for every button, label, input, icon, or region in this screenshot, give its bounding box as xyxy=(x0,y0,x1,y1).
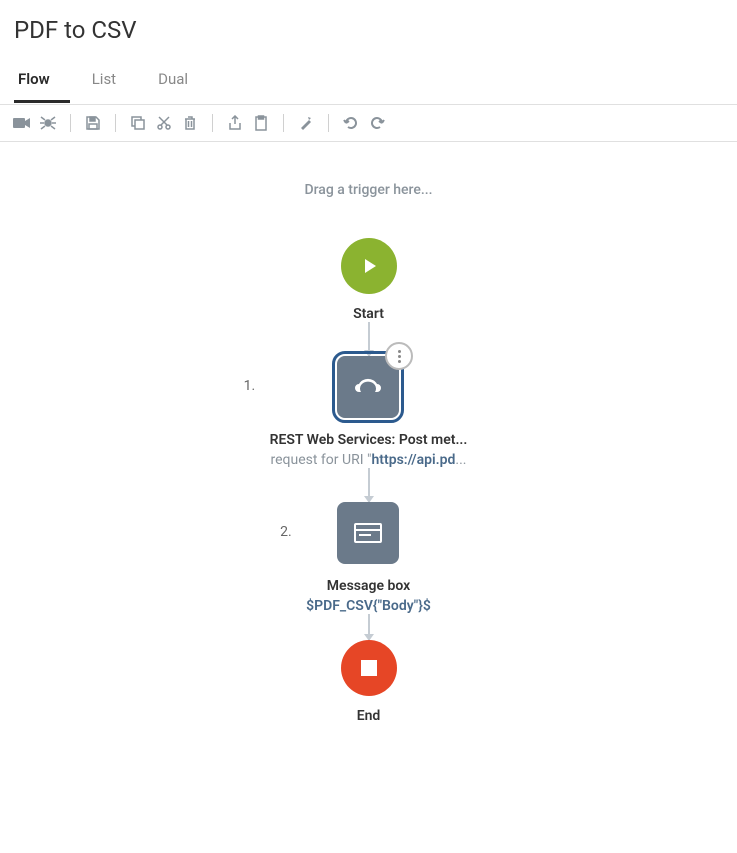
rest-action-box[interactable]: R xyxy=(337,356,399,418)
step-2-variable: $PDF_CSV{"Body"}$ xyxy=(306,598,431,614)
messagebox-action-box[interactable] xyxy=(337,502,399,564)
start-node[interactable]: Start xyxy=(341,238,397,322)
connector xyxy=(368,322,370,356)
save-icon[interactable] xyxy=(83,113,103,133)
paste-icon[interactable] xyxy=(251,113,271,133)
start-label: Start xyxy=(353,306,384,322)
drop-trigger-hint: Drag a trigger here... xyxy=(304,182,432,198)
end-label: End xyxy=(357,708,381,724)
tab-flow[interactable]: Flow xyxy=(14,62,70,103)
tab-dual[interactable]: Dual xyxy=(154,62,208,103)
step-number: 2. xyxy=(280,524,292,540)
step-1-title: REST Web Services: Post met... xyxy=(270,432,468,448)
stop-icon[interactable] xyxy=(341,640,397,696)
step-1-subtitle: request for URI "https://api.pd... xyxy=(271,452,467,468)
connector xyxy=(368,468,370,502)
kebab-menu-icon[interactable] xyxy=(385,342,413,370)
magic-icon[interactable] xyxy=(296,113,316,133)
step-2-title: Message box xyxy=(327,578,410,594)
step-1-node[interactable]: 1. R REST Web Services: Post met... requ… xyxy=(270,356,468,468)
export-icon[interactable] xyxy=(225,113,245,133)
tabs: Flow List Dual xyxy=(14,62,723,104)
undo-icon[interactable] xyxy=(341,113,361,133)
svg-text:R: R xyxy=(366,383,372,393)
tab-list[interactable]: List xyxy=(88,62,136,103)
play-icon[interactable] xyxy=(341,238,397,294)
step-2-node[interactable]: 2. Message box $PDF_CSV{"Body"}$ xyxy=(306,502,431,614)
cut-icon[interactable] xyxy=(154,113,174,133)
copy-icon[interactable] xyxy=(128,113,148,133)
toolbar xyxy=(0,104,737,142)
page-title: PDF to CSV xyxy=(14,16,723,44)
redo-icon[interactable] xyxy=(367,113,387,133)
end-node[interactable]: End xyxy=(341,640,397,724)
debug-icon[interactable] xyxy=(38,113,58,133)
step-number: 1. xyxy=(244,378,256,394)
connector xyxy=(368,614,370,640)
trash-icon[interactable] xyxy=(180,113,200,133)
flow-canvas[interactable]: Drag a trigger here... Start 1. R REST W… xyxy=(0,142,737,764)
record-icon[interactable] xyxy=(12,113,32,133)
